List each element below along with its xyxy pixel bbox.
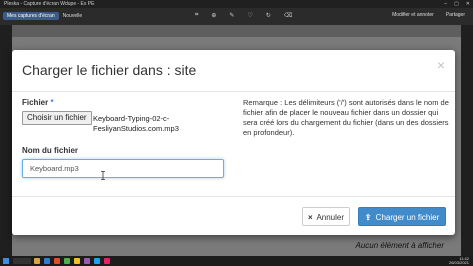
toolbar-right: Modifier et annoter Partager xyxy=(392,12,465,18)
app-icon[interactable] xyxy=(74,258,80,264)
choose-file-button[interactable]: Choisir un fichier xyxy=(22,111,92,125)
edge-icon[interactable] xyxy=(44,258,50,264)
os-taskbar: 11:42 26/03/2021 xyxy=(0,256,473,266)
app-icon[interactable] xyxy=(64,258,70,264)
window-title: Pleska - Capture d'écran Wdupe - Ex PE xyxy=(4,1,95,7)
empty-message: Aucun élément à afficher xyxy=(355,241,445,250)
window-title-bar: Pleska - Capture d'écran Wdupe - Ex PE –… xyxy=(0,0,473,8)
cancel-icon: × xyxy=(307,213,313,222)
pen-icon[interactable]: ✎ xyxy=(229,12,234,19)
cancel-button[interactable]: × Annuler xyxy=(302,207,350,226)
app-icon[interactable] xyxy=(54,258,60,264)
minimize-icon[interactable]: – xyxy=(444,0,447,8)
upload-button[interactable]: ⇪ Charger un fichier xyxy=(358,207,446,226)
upload-label: Charger un fichier xyxy=(375,213,440,222)
upload-icon: ⇪ xyxy=(364,213,372,222)
zoom-icon[interactable]: ⊕ xyxy=(211,12,216,19)
text-cursor-icon xyxy=(101,171,105,180)
file-label-text: Fichier xyxy=(22,98,49,107)
background-header xyxy=(12,25,461,37)
selected-file-name: Keyboard-Typing-02-c-FesliyanStudios.com… xyxy=(93,114,179,133)
app-icon[interactable] xyxy=(84,258,90,264)
maximize-icon[interactable]: ▢ xyxy=(454,0,459,8)
heart-icon[interactable]: ♡ xyxy=(247,12,252,19)
file-label: Fichier * xyxy=(22,98,54,107)
window-controls: – ▢ ✕ xyxy=(444,0,470,8)
dialog-title: Charger le fichier dans : site xyxy=(22,62,197,78)
close-icon[interactable]: × xyxy=(437,57,445,73)
taskbar-clock: 11:42 26/03/2021 xyxy=(449,257,469,265)
app-toolbar: Mes captures d'écran Nouvelle ⌗ ⊕ ✎ ♡ ↻ … xyxy=(0,8,473,25)
start-icon[interactable] xyxy=(3,258,9,264)
upload-dialog: Charger le fichier dans : site × Fichier… xyxy=(12,50,455,235)
explorer-icon[interactable] xyxy=(34,258,40,264)
taskbar-apps xyxy=(34,258,110,264)
crop-icon[interactable]: ⌗ xyxy=(195,12,198,19)
remark-text: Remarque : Les délimiteurs ('/') sont au… xyxy=(243,98,449,137)
name-label: Nom du fichier xyxy=(22,146,79,155)
edit-annotate-button[interactable]: Modifier et annoter xyxy=(392,12,434,18)
required-mark: * xyxy=(50,98,54,107)
toolbar-tools: ⌗ ⊕ ✎ ♡ ↻ ⌫ xyxy=(195,12,292,19)
delete-icon[interactable]: ⌫ xyxy=(284,12,292,19)
tab-screenshots[interactable]: Mes captures d'écran xyxy=(3,12,59,20)
cancel-label: Annuler xyxy=(316,213,345,222)
taskbar-search[interactable] xyxy=(13,258,31,264)
rotate-icon[interactable]: ↻ xyxy=(266,12,271,19)
toolbar-left: Mes captures d'écran Nouvelle xyxy=(3,12,82,20)
share-button[interactable]: Partager xyxy=(446,12,465,18)
file-name-input[interactable]: Keyboard.mp3 xyxy=(22,159,224,178)
close-window-icon[interactable]: ✕ xyxy=(466,0,470,8)
dialog-header: Charger le fichier dans : site × xyxy=(12,50,455,92)
app-icon[interactable] xyxy=(94,258,100,264)
clock-date: 26/03/2021 xyxy=(448,260,469,265)
app-icon[interactable] xyxy=(104,258,110,264)
new-button[interactable]: Nouvelle xyxy=(63,13,82,19)
